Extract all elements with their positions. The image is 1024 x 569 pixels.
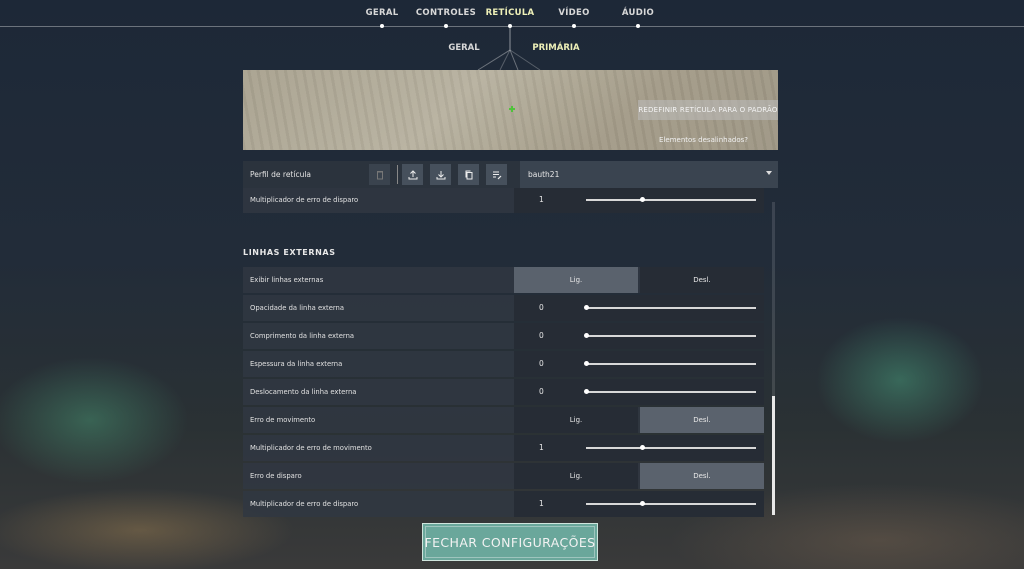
slider-knob[interactable] bbox=[584, 389, 589, 394]
crosshair-profile-row: Perfil de retícula bauth21 bbox=[243, 161, 778, 188]
toggle-off-button[interactable]: Desl. bbox=[640, 463, 764, 489]
crosshair-icon bbox=[509, 106, 515, 112]
scrollbar-thumb[interactable] bbox=[772, 396, 775, 515]
setting-label: Multiplicador de erro de movimento bbox=[250, 444, 372, 452]
upload-icon bbox=[408, 169, 417, 179]
setting-slider[interactable] bbox=[584, 361, 756, 366]
settings-scrollbar[interactable] bbox=[772, 202, 775, 515]
setting-row-show-outlines: Exibir linhas externas Lig. Desl. bbox=[243, 267, 764, 293]
setting-row-movement-error-multiplier: Multiplicador de erro de movimento 1 bbox=[243, 435, 764, 461]
settings-list[interactable]: Multiplicador de erro de disparo 1 LINHA… bbox=[243, 188, 778, 518]
setting-label: Multiplicador de erro de disparo bbox=[250, 196, 359, 204]
chevron-down-icon bbox=[766, 171, 772, 175]
toggle-off-button[interactable]: Desl. bbox=[640, 407, 764, 433]
setting-label: Erro de disparo bbox=[250, 472, 302, 480]
tab-connector-lines bbox=[477, 28, 541, 71]
rename-profile-button[interactable] bbox=[486, 164, 507, 185]
setting-row: Multiplicador de erro de disparo 1 bbox=[243, 188, 764, 213]
reset-crosshair-button[interactable]: REDEFINIR RETÍCULA PARA O PADRÃO bbox=[638, 100, 778, 120]
setting-value: 0 bbox=[539, 303, 544, 312]
setting-value: 0 bbox=[539, 331, 544, 340]
slider-knob[interactable] bbox=[584, 333, 589, 338]
setting-slider[interactable] bbox=[584, 333, 756, 338]
subtab-geral[interactable]: GERAL bbox=[448, 43, 479, 53]
slider-knob[interactable] bbox=[584, 361, 589, 366]
slider-knob[interactable] bbox=[584, 305, 589, 310]
setting-value: 1 bbox=[539, 499, 544, 508]
setting-slider[interactable] bbox=[584, 305, 756, 310]
setting-row-firing-error: Erro de disparo Lig. Desl. bbox=[243, 463, 764, 489]
setting-slider[interactable] bbox=[586, 197, 756, 202]
setting-row-outline-opacity: Opacidade da linha externa 0 bbox=[243, 295, 764, 321]
section-title-linhas-externas: LINHAS EXTERNAS bbox=[243, 248, 336, 257]
setting-label: Exibir linhas externas bbox=[250, 276, 324, 284]
setting-row-outline-offset: Deslocamento da linha externa 0 bbox=[243, 379, 764, 405]
export-profile-button[interactable] bbox=[402, 164, 423, 185]
subtab-primaria[interactable]: PRIMÁRIA bbox=[532, 43, 579, 53]
profile-label: Perfil de retícula bbox=[250, 170, 312, 179]
setting-row-movement-error: Erro de movimento Lig. Desl. bbox=[243, 407, 764, 433]
setting-label: Opacidade da linha externa bbox=[250, 304, 345, 312]
copy-icon bbox=[465, 170, 472, 179]
setting-slider[interactable] bbox=[584, 389, 756, 394]
setting-row-firing-error-multiplier: Multiplicador de erro de disparo 1 bbox=[243, 491, 764, 517]
setting-value: 1 bbox=[539, 195, 544, 204]
toggle-off-button[interactable]: Desl. bbox=[640, 267, 764, 293]
toggle-on-button[interactable]: Lig. bbox=[514, 463, 638, 489]
toggle-on-button[interactable]: Lig. bbox=[514, 267, 638, 293]
setting-label: Multiplicador de erro de disparo bbox=[250, 500, 359, 508]
setting-label: Deslocamento da linha externa bbox=[250, 388, 357, 396]
delete-profile-button[interactable] bbox=[369, 164, 390, 185]
profile-divider bbox=[397, 165, 398, 184]
misaligned-elements-link[interactable]: Elementos desalinhados? bbox=[659, 136, 748, 144]
setting-value: 0 bbox=[539, 359, 544, 368]
crosshair-preview: REDEFINIR RETÍCULA PARA O PADRÃO Element… bbox=[243, 70, 778, 150]
close-settings-button[interactable]: FECHAR CONFIGURAÇÕES bbox=[422, 523, 598, 561]
import-profile-button[interactable] bbox=[430, 164, 451, 185]
setting-label: Erro de movimento bbox=[250, 416, 316, 424]
download-icon bbox=[436, 170, 445, 179]
trash-icon bbox=[376, 170, 383, 179]
setting-value: 0 bbox=[539, 387, 544, 396]
rename-icon bbox=[492, 171, 501, 179]
setting-slider[interactable] bbox=[586, 445, 756, 450]
setting-slider[interactable] bbox=[586, 501, 756, 506]
setting-label: Comprimento da linha externa bbox=[250, 332, 355, 340]
setting-label: Espessura da linha externa bbox=[250, 360, 343, 368]
profile-select-value: bauth21 bbox=[528, 170, 560, 179]
copy-profile-button[interactable] bbox=[458, 164, 479, 185]
setting-row-outline-length: Comprimento da linha externa 0 bbox=[243, 323, 764, 349]
setting-value: 1 bbox=[539, 443, 544, 452]
toggle-on-button[interactable]: Lig. bbox=[514, 407, 638, 433]
setting-row-outline-thickness: Espessura da linha externa 0 bbox=[243, 351, 764, 377]
profile-select[interactable]: bauth21 bbox=[520, 161, 778, 188]
